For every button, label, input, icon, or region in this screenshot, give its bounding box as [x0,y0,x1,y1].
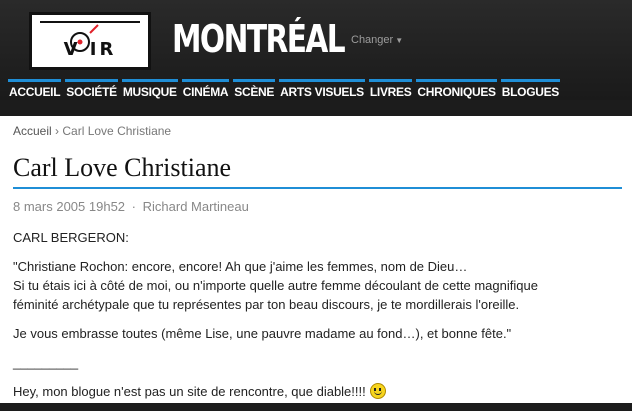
page-title: Carl Love Christiane [13,152,622,189]
city-name: MONTRÉAL [172,17,346,61]
breadcrumb-separator: › [55,124,60,138]
quote-line: Si tu étais ici à côté de moi, ou n'impo… [13,278,538,293]
meta-separator: · [131,199,136,214]
paragraph-reply: Hey, mon blogue n'est pas un site de ren… [13,382,623,401]
paragraph-intro: CARL BERGERON: [13,230,129,245]
nav-item-livres[interactable]: LIVRES [368,79,413,101]
change-city-dropdown[interactable]: Changer ▼ [351,34,403,46]
smiley-icon [369,383,386,399]
chevron-down-icon: ▼ [395,36,404,45]
nav-item-arts-visuels[interactable]: ARTS VISUELS [279,79,365,101]
breadcrumb-current: Carl Love Christiane [62,124,172,138]
article-meta: 8 mars 2005 19h52 · Richard Martineau [13,199,249,214]
main-nav: ACCUEIL SOCIÉTÉ MUSIQUE CINÉMA SCÈNE ART… [8,79,561,101]
breadcrumb-home-link[interactable]: Accueil [13,124,52,138]
quote-line: féminité archétypale que tu représentes … [13,297,520,312]
nav-item-scene[interactable]: SCÈNE [233,79,276,101]
nav-item-musique[interactable]: MUSIQUE [121,79,178,101]
article-body: CARL BERGERON: "Christiane Rochon: encor… [13,228,623,411]
reply-text: Hey, mon blogue n'est pas un site de ren… [13,384,366,399]
site-header: V IR MONTRÉAL Changer ▼ ACCUEIL SOCIÉTÉ M… [0,0,632,100]
changer-label: Changer [351,34,394,46]
article-content: Accueil › Carl Love Christiane Carl Love… [0,116,632,403]
nav-item-cinema[interactable]: CINÉMA [181,79,230,101]
quote-line: "Christiane Rochon: encore, encore! Ah q… [13,259,468,274]
nav-item-societe[interactable]: SOCIÉTÉ [65,79,118,101]
paragraph-closing: Je vous embrasse toutes (même Lise, une … [13,326,512,341]
paragraph-quote: "Christiane Rochon: encore, encore! Ah q… [13,257,623,314]
nav-item-chroniques[interactable]: CHRONIQUES [416,79,497,101]
nav-item-accueil[interactable]: ACCUEIL [8,79,62,101]
logo-text: V IR [63,39,117,60]
breadcrumb: Accueil › Carl Love Christiane [13,124,171,138]
voir-logo[interactable]: V IR [29,12,151,70]
nav-item-blogues[interactable]: BLOGUES [500,79,561,101]
article-author-link[interactable]: Richard Martineau [143,199,249,214]
text-divider: _________ [13,355,79,370]
article-date: 8 mars 2005 19h52 [13,199,126,214]
